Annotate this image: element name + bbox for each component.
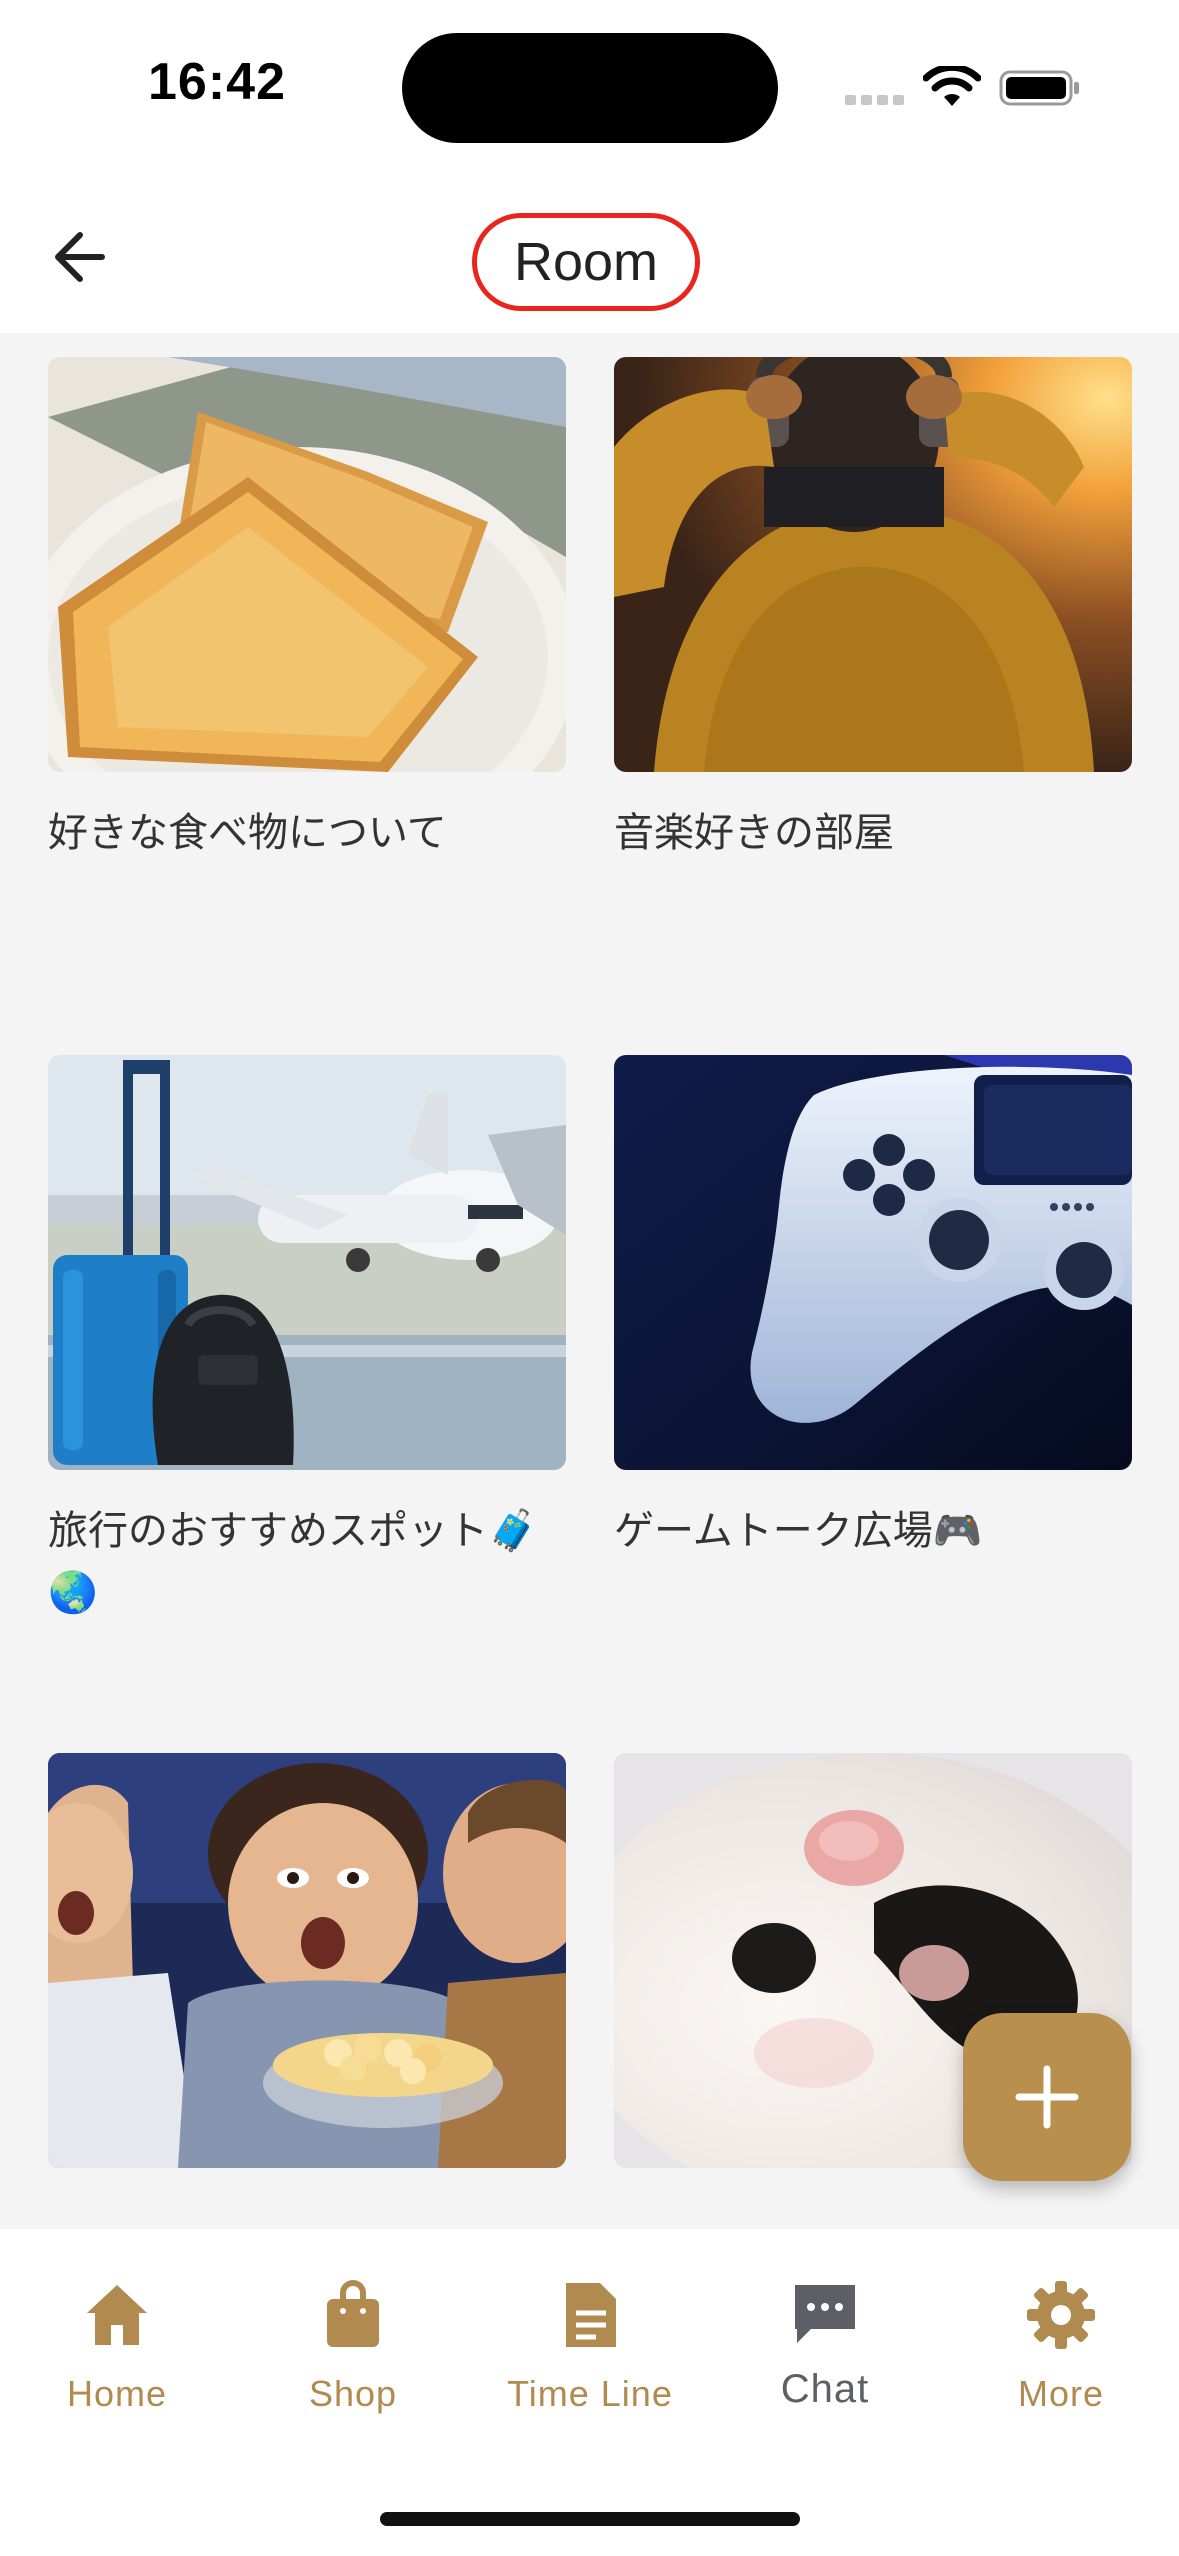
chat-bubble-icon [795, 2285, 855, 2343]
room-card[interactable]: 音楽好きの部屋 [614, 357, 1132, 864]
dynamic-island [402, 33, 778, 143]
bottom-tab-bar: Home Shop Time Line Chat More [0, 2229, 1179, 2556]
airport-luggage-photo [48, 1055, 566, 1470]
shopping-bag-icon [327, 2280, 379, 2347]
gear-icon [1027, 2281, 1095, 2349]
document-icon [566, 2283, 616, 2347]
tab-label: Time Line [507, 2373, 673, 2414]
status-bar: 16:42 [0, 0, 1179, 170]
add-room-button[interactable] [963, 2013, 1131, 2181]
room-card[interactable]: 旅行のおすすめスポット🧳🌏 [48, 1055, 566, 1624]
page-title: Room [513, 232, 659, 292]
room-card[interactable]: ゲームトーク広場🎮 [614, 1055, 1132, 1562]
home-indicator [380, 2512, 800, 2526]
tab-label: More [1017, 2373, 1105, 2414]
tab-timeline[interactable]: Time Line [490, 2279, 690, 2429]
room-grid: 好きな食べ物について 音楽好きの部屋 旅行のおすすめスポット🧳🌏 ゲームトーク広… [0, 333, 1179, 2229]
arrow-left-icon[interactable] [46, 222, 126, 292]
wifi-icon [923, 66, 981, 106]
cellular-signal-icon [845, 95, 905, 105]
tab-more[interactable]: More [961, 2279, 1161, 2429]
toast-photo [48, 357, 566, 772]
tab-home[interactable]: Home [17, 2279, 217, 2429]
tab-label: Chat [780, 2367, 870, 2411]
status-time: 16:42 [148, 53, 286, 111]
room-title: 旅行のおすすめスポット🧳🌏 [48, 1508, 538, 1616]
kids-popcorn-photo [48, 1753, 566, 2168]
tab-chat[interactable]: Chat [725, 2279, 925, 2429]
room-card[interactable] [48, 1753, 566, 2198]
room-title: 音楽好きの部屋 [614, 810, 894, 856]
tab-label: Shop [308, 2373, 398, 2414]
plus-icon [1015, 2065, 1079, 2129]
title-highlight-circle: Room [472, 213, 700, 311]
room-card[interactable]: 好きな食べ物について [48, 357, 566, 864]
room-title: 好きな食べ物について [48, 810, 447, 856]
home-icon [87, 2285, 147, 2345]
game-controller-photo [614, 1055, 1132, 1470]
battery-icon [999, 70, 1079, 106]
room-title: ゲームトーク広場🎮 [614, 1508, 983, 1554]
tab-label: Home [66, 2373, 168, 2414]
app-header: Room [0, 170, 1179, 333]
headphones-photo [614, 357, 1132, 772]
tab-shop[interactable]: Shop [253, 2279, 453, 2429]
